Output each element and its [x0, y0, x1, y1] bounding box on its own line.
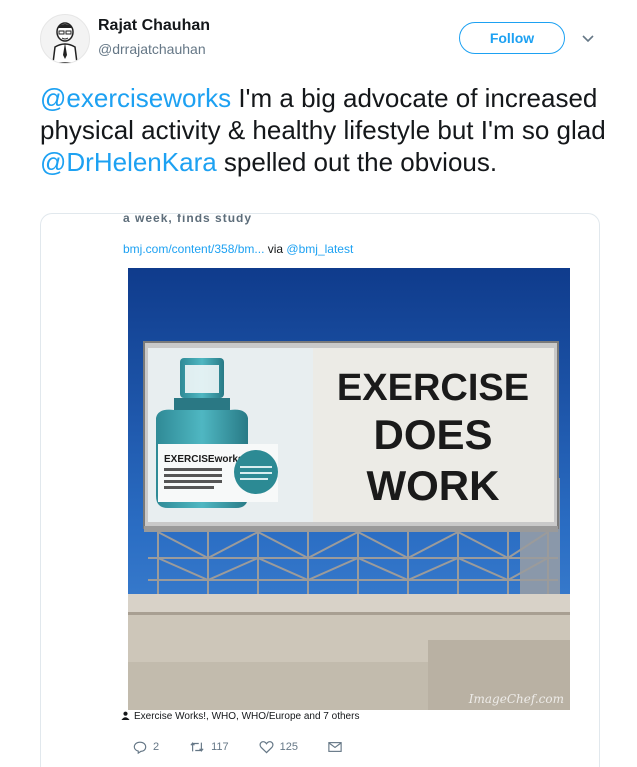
bottle-brand-label: EXERCISEworks	[164, 454, 244, 465]
mention-link[interactable]: @exerciseworks	[40, 83, 231, 113]
user-handle[interactable]: @drrajatchauhan	[98, 41, 206, 57]
reply-icon	[133, 741, 147, 754]
credit-text: Exercise Works!, WHO, WHO/Europe and 7 o…	[134, 711, 360, 722]
reply-button[interactable]: 2	[133, 740, 159, 754]
action-bar: 2 117 125	[133, 738, 342, 756]
mention-link[interactable]: @DrHelenKara	[40, 147, 217, 177]
person-icon	[121, 711, 130, 720]
follow-button[interactable]: Follow	[459, 22, 565, 54]
tweet-text-segment: spelled out the obvious.	[216, 147, 498, 177]
like-button[interactable]: 125	[259, 740, 298, 754]
retweet-icon	[190, 742, 204, 752]
billboard-photo[interactable]: EXERCISE DOES WORK EXERCISEworks ImageCh…	[128, 268, 570, 710]
billboard-scene: EXERCISE DOES WORK EXERCISEworks ImageCh…	[128, 268, 570, 710]
heart-icon	[259, 741, 274, 754]
embedded-tweet-image[interactable]: a week, finds study bmj.com/content/358/…	[40, 213, 600, 767]
chevron-down-icon[interactable]	[580, 30, 596, 46]
tweet-text: @exerciseworks I'm a big advocate of inc…	[40, 82, 610, 178]
via-handle-link[interactable]: @bmj_latest	[286, 242, 353, 256]
photo-credit[interactable]: Exercise Works!, WHO, WHO/Europe and 7 o…	[121, 711, 359, 722]
billboard-text-line: WORK	[367, 462, 500, 509]
direct-message-button[interactable]	[328, 741, 342, 753]
reply-count: 2	[153, 741, 160, 753]
watermark-text: ImageChef.com	[468, 692, 564, 706]
retweet-count: 117	[211, 741, 229, 753]
avatar[interactable]	[40, 14, 90, 64]
display-name[interactable]: Rajat Chauhan	[98, 17, 210, 35]
embedded-link-line: bmj.com/content/358/bm... via @bmj_lates…	[123, 242, 353, 256]
billboard-text-line: DOES	[373, 411, 492, 458]
like-count: 125	[279, 741, 299, 753]
retweet-button[interactable]: 117	[189, 740, 229, 754]
avatar-caricature-icon	[52, 22, 78, 63]
article-link[interactable]: bmj.com/content/358/bm...	[123, 242, 264, 256]
cut-off-text: a week, finds study	[123, 213, 253, 225]
billboard-text-line: EXERCISE	[337, 367, 529, 409]
envelope-icon	[328, 742, 342, 752]
via-label: via	[264, 242, 287, 256]
